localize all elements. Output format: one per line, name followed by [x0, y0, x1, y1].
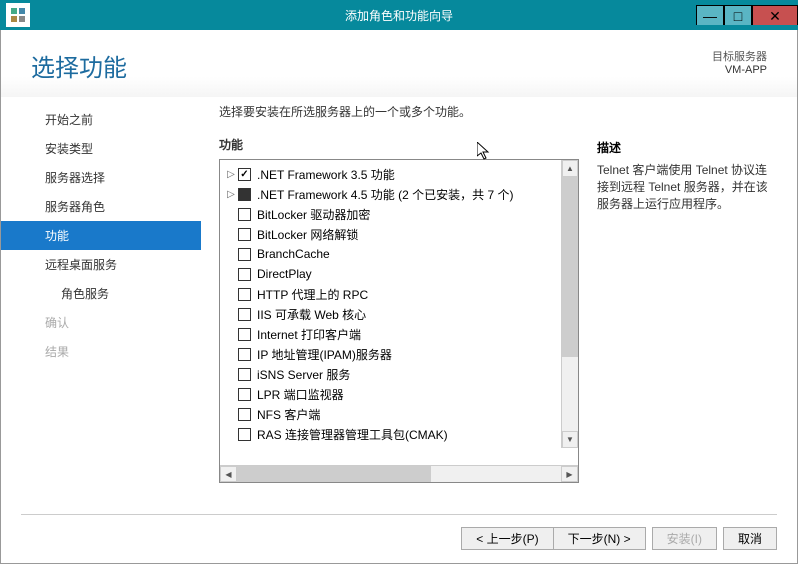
feature-label: .NET Framework 3.5 功能 — [257, 166, 395, 183]
maximize-button[interactable]: □ — [724, 5, 752, 25]
feature-label: BranchCache — [257, 247, 330, 261]
feature-row[interactable]: HTTP 代理上的 RPC — [220, 284, 578, 304]
feature-row[interactable]: ▷ .NET Framework 4.5 功能 (2 个已安装，共 7 个) — [220, 184, 578, 204]
sidebar-item-8: 结果 — [1, 337, 201, 366]
close-button[interactable]: ✕ — [752, 5, 798, 25]
feature-row[interactable]: BranchCache — [220, 244, 578, 264]
titlebar: 添加角色和功能向导 — □ ✕ — [0, 0, 798, 30]
sidebar-item-7: 确认 — [1, 308, 201, 337]
expand-icon[interactable]: ▷ — [224, 169, 238, 180]
feature-label: NFS 客户端 — [257, 406, 320, 423]
feature-label: BitLocker 驱动器加密 — [257, 206, 370, 223]
feature-label: RAS 连接管理器管理工具包(CMAK) — [257, 426, 448, 443]
vertical-scrollbar[interactable]: ▲ ▼ — [561, 160, 578, 448]
scroll-down-button[interactable]: ▼ — [562, 431, 578, 448]
feature-checkbox[interactable] — [238, 368, 251, 381]
features-label: 功能 — [219, 136, 579, 153]
scroll-left-button[interactable]: ◀ — [220, 466, 237, 482]
feature-label: IIS 可承载 Web 核心 — [257, 306, 366, 323]
feature-row[interactable]: IIS 可承载 Web 核心 — [220, 304, 578, 324]
feature-label: BitLocker 网络解锁 — [257, 226, 358, 243]
feature-checkbox[interactable] — [238, 188, 251, 201]
target-server-label: 目标服务器 — [712, 48, 767, 64]
sidebar-item-1[interactable]: 安装类型 — [1, 134, 201, 163]
minimize-button[interactable]: — — [696, 5, 724, 25]
target-server-name: VM-APP — [712, 64, 767, 76]
next-button[interactable]: 下一步(N) > — [553, 527, 646, 550]
feature-label: LPR 端口监视器 — [257, 386, 344, 403]
install-button[interactable]: 安装(I) — [652, 527, 717, 550]
hscroll-thumb[interactable] — [237, 466, 431, 482]
feature-row[interactable]: DirectPlay — [220, 264, 578, 284]
feature-row[interactable]: BitLocker 网络解锁 — [220, 224, 578, 244]
feature-label: iSNS Server 服务 — [257, 366, 350, 383]
description-label: 描述 — [597, 139, 777, 156]
sidebar-item-3[interactable]: 服务器角色 — [1, 192, 201, 221]
feature-row[interactable]: BitLocker 驱动器加密 — [220, 204, 578, 224]
scroll-up-button[interactable]: ▲ — [562, 160, 578, 177]
cancel-button[interactable]: 取消 — [723, 527, 777, 550]
wizard-icon — [6, 3, 30, 27]
feature-checkbox[interactable] — [238, 348, 251, 361]
feature-row[interactable]: iSNS Server 服务 — [220, 364, 578, 384]
sidebar-item-0[interactable]: 开始之前 — [1, 105, 201, 134]
feature-checkbox[interactable] — [238, 268, 251, 281]
horizontal-scrollbar[interactable]: ◀ ▶ — [220, 465, 578, 482]
page-title: 选择功能 — [31, 48, 127, 83]
feature-row[interactable]: ▷ .NET Framework 3.5 功能 — [220, 164, 578, 184]
description-text: Telnet 客户端使用 Telnet 协议连接到远程 Telnet 服务器，并… — [597, 162, 777, 212]
scroll-thumb[interactable] — [562, 177, 578, 357]
instruction-text: 选择要安装在所选服务器上的一个或多个功能。 — [219, 103, 579, 120]
feature-label: .NET Framework 4.5 功能 (2 个已安装，共 7 个) — [257, 186, 513, 203]
feature-checkbox[interactable] — [238, 228, 251, 241]
sidebar-item-2[interactable]: 服务器选择 — [1, 163, 201, 192]
feature-checkbox[interactable] — [238, 308, 251, 321]
feature-row[interactable]: Internet 打印客户端 — [220, 324, 578, 344]
target-server-info: 目标服务器 VM-APP — [712, 48, 767, 76]
feature-label: DirectPlay — [257, 267, 312, 281]
feature-label: IP 地址管理(IPAM)服务器 — [257, 346, 392, 363]
scroll-right-button[interactable]: ▶ — [561, 466, 578, 482]
feature-label: HTTP 代理上的 RPC — [257, 286, 368, 303]
sidebar-item-6[interactable]: 角色服务 — [1, 279, 201, 308]
feature-row[interactable]: NFS 客户端 — [220, 404, 578, 424]
sidebar-item-5[interactable]: 远程桌面服务 — [1, 250, 201, 279]
feature-row[interactable]: RAS 连接管理器管理工具包(CMAK) — [220, 424, 578, 444]
feature-label: Internet 打印客户端 — [257, 326, 361, 343]
feature-row[interactable]: IP 地址管理(IPAM)服务器 — [220, 344, 578, 364]
feature-checkbox[interactable] — [238, 408, 251, 421]
previous-button[interactable]: < 上一步(P) — [461, 527, 552, 550]
feature-checkbox[interactable] — [238, 248, 251, 261]
sidebar-item-4[interactable]: 功能 — [1, 221, 201, 250]
feature-row[interactable]: LPR 端口监视器 — [220, 384, 578, 404]
feature-checkbox[interactable] — [238, 168, 251, 181]
wizard-sidebar: 开始之前安装类型服务器选择服务器角色功能远程桌面服务角色服务确认结果 — [1, 97, 201, 507]
feature-checkbox[interactable] — [238, 428, 251, 441]
wizard-footer: < 上一步(P) 下一步(N) > 安装(I) 取消 — [1, 513, 797, 563]
expand-icon[interactable]: ▷ — [224, 189, 238, 200]
features-listbox[interactable]: ▷ .NET Framework 3.5 功能 ▷ .NET Framework 4.… — [219, 159, 579, 483]
feature-checkbox[interactable] — [238, 388, 251, 401]
feature-checkbox[interactable] — [238, 208, 251, 221]
window-title: 添加角色和功能向导 — [345, 7, 453, 24]
feature-checkbox[interactable] — [238, 328, 251, 341]
feature-checkbox[interactable] — [238, 288, 251, 301]
